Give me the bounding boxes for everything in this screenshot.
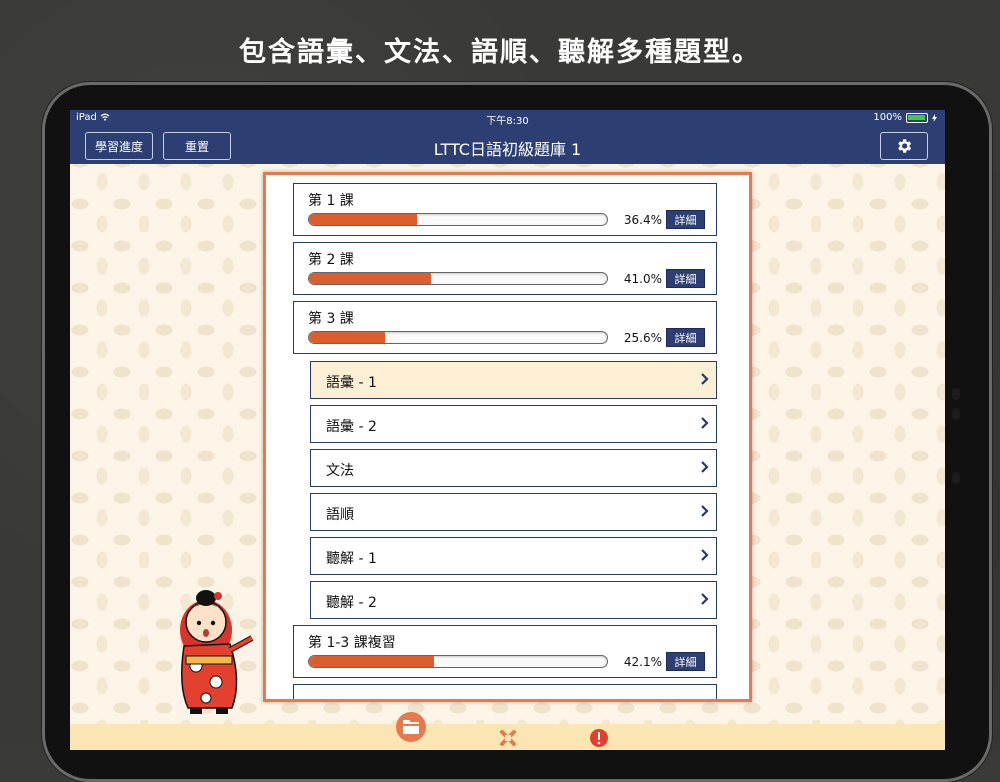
battery-percent: 100% — [873, 112, 902, 123]
lesson-row-partial[interactable] — [293, 684, 717, 699]
lesson-panel: 第 1 課 36.4% 詳細 第 2 課 41.0% 詳細 第 3 課 25.6… — [263, 172, 752, 702]
detail-button[interactable]: 詳細 — [666, 269, 705, 288]
page-title: LTTC日語初級題庫 1 — [433, 140, 582, 159]
subitem-label: 語順 — [326, 507, 354, 523]
tab-bar — [70, 712, 945, 750]
review-row[interactable]: 第 1-3 課複習 42.1% 詳細 — [293, 625, 717, 678]
charging-icon — [932, 113, 937, 122]
detail-button[interactable]: 詳細 — [666, 652, 705, 671]
subitem-row[interactable]: 聽解 - 2 — [310, 581, 717, 619]
subitem-label: 聽解 - 1 — [326, 551, 377, 567]
progress-bar-fill — [309, 656, 435, 667]
chevron-right-icon — [701, 549, 709, 561]
tab-alert[interactable] — [589, 728, 609, 750]
detail-button[interactable]: 詳細 — [666, 210, 705, 229]
chevron-right-icon — [701, 505, 709, 517]
subitem-label: 聽解 - 2 — [326, 595, 377, 611]
subitem-label: 文法 — [326, 463, 354, 479]
progress-bar — [308, 331, 608, 344]
progress-percent: 25.6% — [623, 331, 662, 345]
subitem-label: 語彙 - 1 — [326, 375, 377, 391]
app-screen: iPad 下午8:30 100% 學習進度 重置 LTTC日語初級題庫 1 第 … — [70, 110, 945, 750]
subitem-row[interactable]: 聽解 - 1 — [310, 537, 717, 575]
progress-bar-fill — [309, 332, 386, 343]
subitem-label: 語彙 - 2 — [326, 419, 377, 435]
settings-button[interactable] — [880, 132, 928, 160]
device-side-button — [952, 472, 960, 484]
progress-bar — [308, 272, 608, 285]
lesson-row[interactable]: 第 1 課 36.4% 詳細 — [293, 183, 717, 236]
subitem-row[interactable]: 語彙 - 2 — [310, 405, 717, 443]
tab-tools[interactable] — [498, 728, 518, 750]
detail-button[interactable]: 詳細 — [666, 328, 705, 347]
battery-icon — [906, 112, 928, 123]
status-battery: 100% — [873, 112, 937, 123]
chevron-right-icon — [701, 373, 709, 385]
alert-icon — [590, 729, 608, 747]
lesson-row[interactable]: 第 2 課 41.0% 詳細 — [293, 242, 717, 295]
chevron-right-icon — [701, 593, 709, 605]
progress-bar-fill — [309, 214, 418, 225]
gear-icon — [898, 139, 912, 153]
status-bar: iPad 下午8:30 100% — [70, 110, 945, 128]
review-title: 第 1-3 課複習 — [308, 635, 396, 651]
lesson-title: 第 3 課 — [308, 311, 354, 327]
progress-bar — [308, 655, 608, 668]
tools-icon — [500, 730, 516, 746]
device-side-button — [952, 388, 960, 400]
folder-icon — [396, 712, 426, 742]
tab-folder[interactable] — [396, 712, 426, 746]
progress-percent: 41.0% — [623, 272, 662, 286]
progress-percent: 36.4% — [623, 213, 662, 227]
chevron-right-icon — [701, 417, 709, 429]
chevron-right-icon — [701, 461, 709, 473]
subitem-row[interactable]: 文法 — [310, 449, 717, 487]
promo-caption: 包含語彙、文法、語順、聽解多種題型。 — [239, 37, 761, 68]
progress-percent: 42.1% — [623, 655, 662, 669]
progress-bar — [308, 213, 608, 226]
subitem-row[interactable]: 語順 — [310, 493, 717, 531]
navigation-bar: iPad 下午8:30 100% 學習進度 重置 LTTC日語初級題庫 1 — [70, 110, 945, 164]
status-time: 下午8:30 — [486, 116, 529, 127]
kimono-girl-illustration — [180, 590, 254, 714]
lesson-title: 第 2 課 — [308, 252, 354, 268]
device-side-button — [952, 408, 960, 420]
lesson-title: 第 1 課 — [308, 193, 354, 209]
subitem-row[interactable]: 語彙 - 1 — [310, 361, 717, 399]
lesson-row[interactable]: 第 3 課 25.6% 詳細 — [293, 301, 717, 354]
progress-bar-fill — [309, 273, 432, 284]
